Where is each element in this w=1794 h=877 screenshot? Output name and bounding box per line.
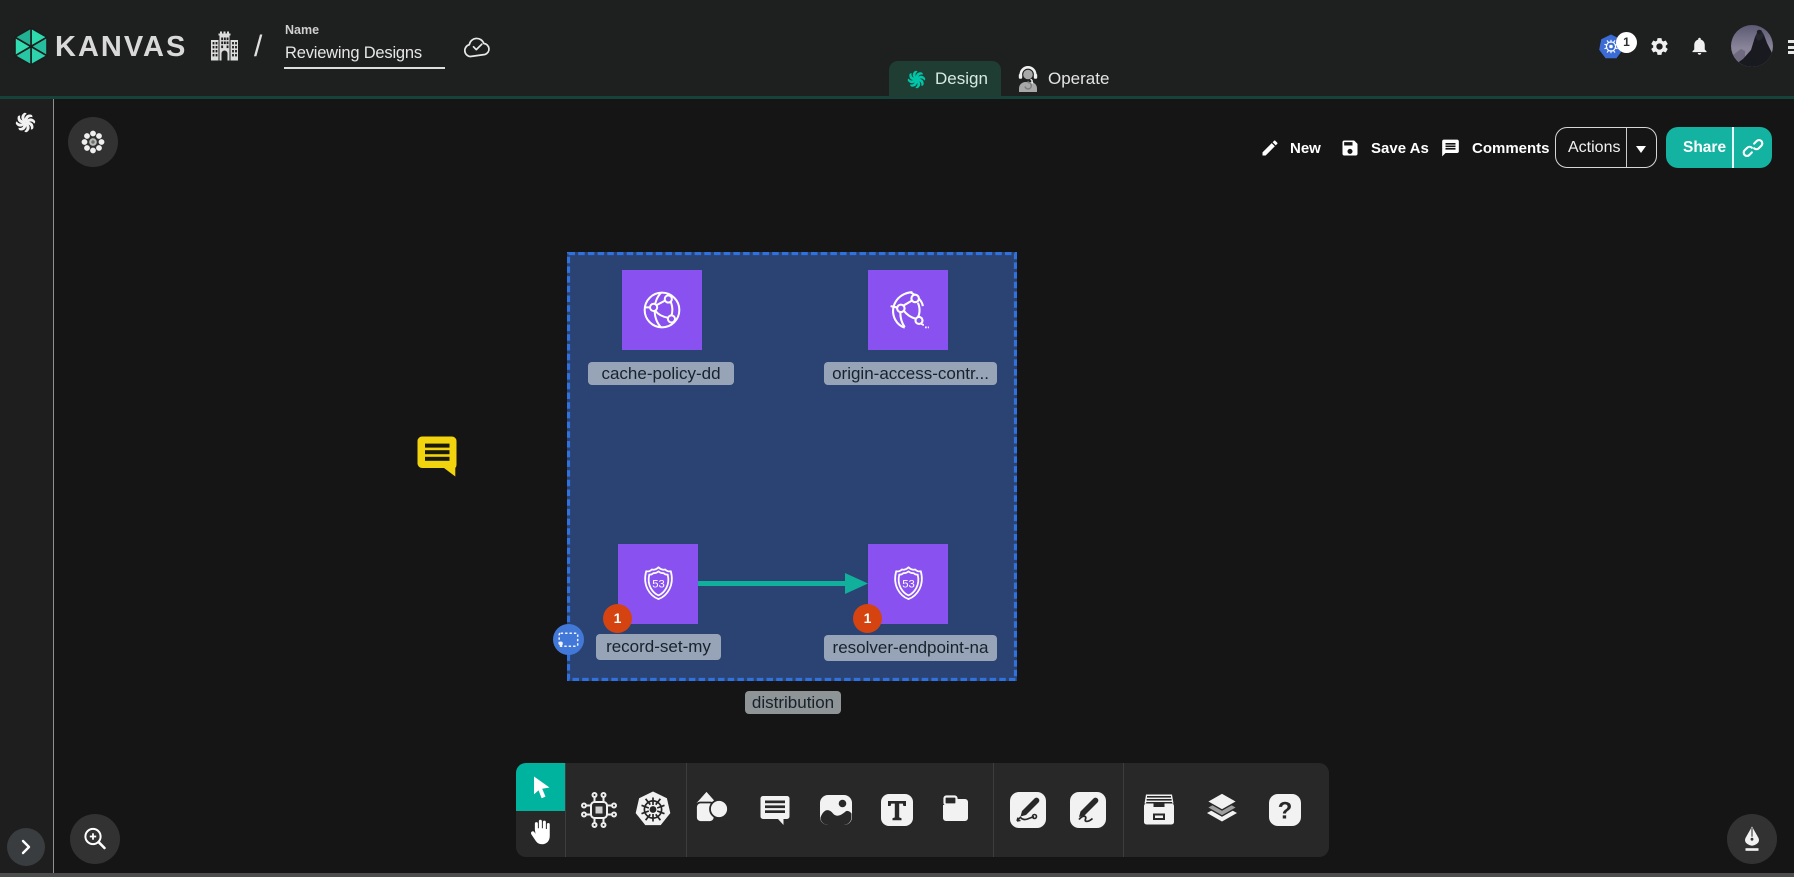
svg-text:53: 53 (652, 578, 665, 590)
svg-text:53: 53 (902, 578, 915, 590)
svg-text:?: ? (1278, 798, 1293, 825)
